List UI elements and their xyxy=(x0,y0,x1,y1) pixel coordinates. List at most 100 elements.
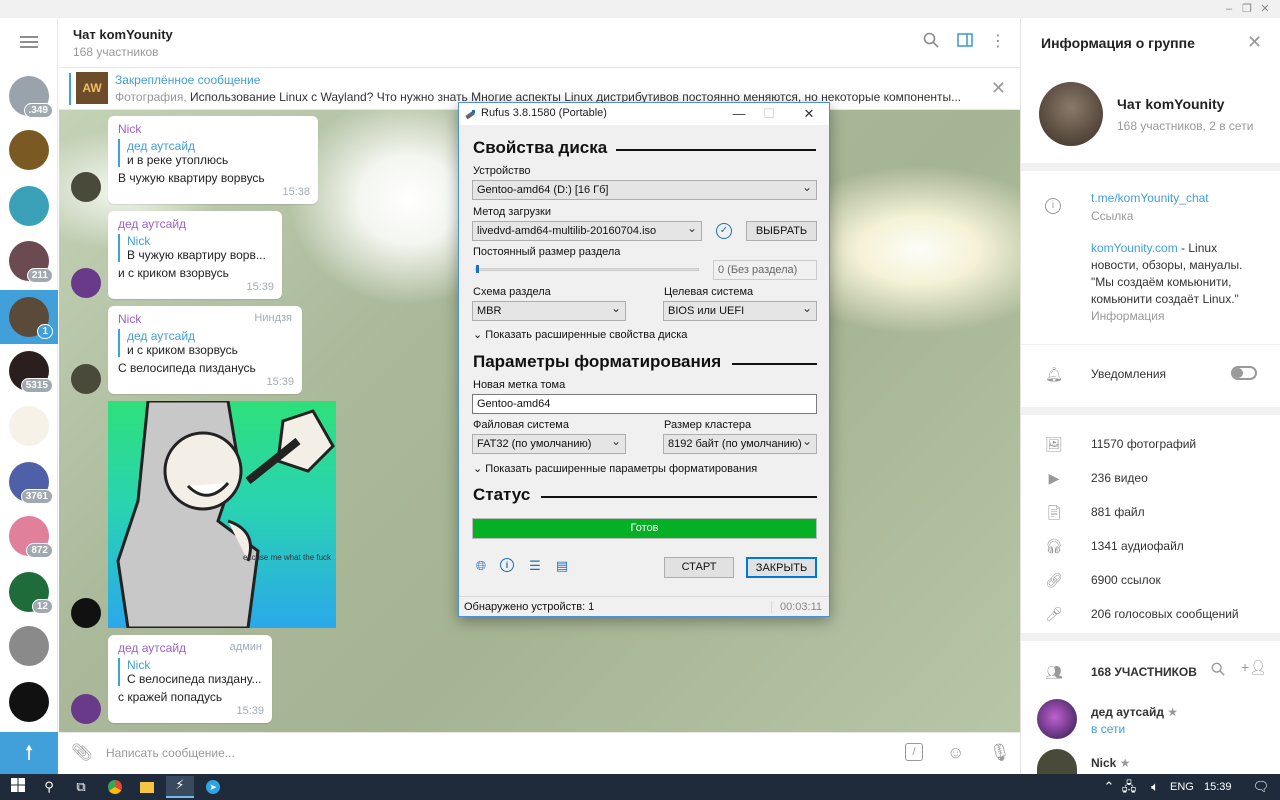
avatar[interactable] xyxy=(71,172,101,202)
chat-avatar[interactable] xyxy=(9,130,49,170)
message-input[interactable]: Написать сообщение... xyxy=(106,746,235,760)
avatar[interactable] xyxy=(71,694,101,724)
menu-icon[interactable] xyxy=(20,36,38,48)
chevron-up-icon[interactable]: ⌃ xyxy=(1100,778,1118,796)
minimize-icon[interactable]: — xyxy=(729,104,749,124)
add-member-icon[interactable]: +👤︎ xyxy=(1241,659,1267,676)
cluster-size-label: Размер кластера xyxy=(664,419,752,431)
group-link[interactable]: t.me/komYounity_chat xyxy=(1091,191,1209,205)
message-bubble[interactable]: Nick дед аутсайд и в реке утоплюсь В чуж… xyxy=(108,116,318,204)
volume-label-input[interactable]: Gentoo-amd64 xyxy=(472,394,817,414)
log-icon[interactable]: ▤ xyxy=(554,558,570,574)
message-author[interactable]: дед аутсайд xyxy=(118,217,272,231)
section-divider xyxy=(541,496,817,498)
message-author[interactable]: Nick xyxy=(118,122,308,136)
boot-method-select[interactable]: livedvd-amd64-multilib-20160704.iso xyxy=(472,221,702,241)
close-icon[interactable]: ✕ xyxy=(1247,32,1262,53)
device-select[interactable]: Gentoo-amd64 (D:) [16 Гб] xyxy=(472,180,817,200)
close-icon[interactable]: ✕ xyxy=(799,104,819,124)
device-label: Устройство xyxy=(473,165,531,177)
avatar[interactable] xyxy=(71,364,101,394)
clock[interactable]: 15:39 xyxy=(1204,781,1232,793)
commands-icon[interactable]: / xyxy=(905,743,923,761)
chat-avatar[interactable]: 5315 xyxy=(9,351,53,393)
select-button[interactable]: ВЫБРАТЬ xyxy=(746,221,817,241)
member-avatar[interactable] xyxy=(1037,749,1077,774)
advanced-format-toggle[interactable]: ⌄ Показать расширенные параметры формати… xyxy=(473,462,757,475)
message-bubble[interactable]: Nick Ниндзя дед аутсайд и с криком взорв… xyxy=(108,306,302,394)
member-name[interactable]: Nick ★ xyxy=(1091,756,1130,770)
photo-message[interactable]: excuse me what the fuck xyxy=(108,401,336,628)
advanced-disk-toggle[interactable]: ⌄ Показать расширенные свойства диска xyxy=(473,328,687,341)
chat-avatar[interactable]: 1 xyxy=(9,297,53,339)
search-icon[interactable] xyxy=(921,32,941,52)
language-indicator[interactable]: ENG xyxy=(1170,781,1194,793)
scroll-up-button[interactable]: 🠕 xyxy=(0,732,58,774)
reply-quote[interactable]: Nick В чужую квартиру ворв... xyxy=(118,234,272,262)
video-icon: ▶ xyxy=(1048,470,1060,486)
chat-avatar[interactable]: 12 xyxy=(9,572,53,614)
emoji-icon[interactable]: ☺ xyxy=(947,743,964,763)
target-system-select[interactable]: BIOS или UEFI xyxy=(663,301,817,321)
reply-quote[interactable]: дед аутсайд и с криком взорвусь xyxy=(118,329,292,357)
telegram-icon[interactable]: ➤ xyxy=(204,778,222,796)
member-role: Ниндзя xyxy=(254,312,292,324)
notifications-icon[interactable]: 🗨︎ xyxy=(1252,778,1270,796)
message-bubble[interactable]: дед аутсайд админ Nick С велосипеда пизд… xyxy=(108,635,272,723)
media-row[interactable]: 📄︎ 881 файл xyxy=(1021,497,1280,531)
rufus-titlebar[interactable]: Rufus 3.8.1580 (Portable) — ☐ ✕ xyxy=(459,103,829,125)
chat-avatar[interactable] xyxy=(9,186,49,226)
rufus-taskbar-icon[interactable]: ⚡︎ xyxy=(166,776,194,798)
attach-icon[interactable]: 📎︎ xyxy=(71,743,93,763)
more-icon[interactable]: ⋮ xyxy=(988,32,1008,52)
start-button[interactable]: СТАРТ xyxy=(664,557,734,578)
file-system-select[interactable]: FAT32 (по умолчанию) xyxy=(472,434,626,454)
media-row[interactable]: ▶ 236 видео xyxy=(1021,463,1280,497)
microphone-icon[interactable]: 🎙︎ xyxy=(989,743,1011,763)
description-link[interactable]: komYounity.com xyxy=(1091,241,1178,255)
close-icon[interactable]: ✕ xyxy=(991,78,1006,99)
group-avatar[interactable] xyxy=(1039,82,1103,146)
media-row[interactable]: 🖼︎ 11570 фотографий xyxy=(1021,429,1280,463)
chrome-icon[interactable] xyxy=(106,778,124,796)
chat-avatar[interactable] xyxy=(9,626,49,666)
member-name[interactable]: дед аутсайд ★ xyxy=(1091,705,1178,719)
chat-avatar[interactable]: 211 xyxy=(9,241,53,283)
chat-avatar[interactable]: 3761 xyxy=(9,462,53,504)
media-row[interactable]: 🎤︎ 206 голосовых сообщений xyxy=(1021,599,1280,633)
chat-title[interactable]: Чат komYounity xyxy=(73,27,173,42)
media-row[interactable]: 🎧︎ 1341 аудиофайл xyxy=(1021,531,1280,565)
avatar[interactable] xyxy=(71,268,101,298)
message-bubble[interactable]: дед аутсайд Nick В чужую квартиру ворв..… xyxy=(108,211,282,299)
reply-quote[interactable]: дед аутсайд и в реке утоплюсь xyxy=(118,139,308,167)
about-icon[interactable]: i xyxy=(500,558,514,572)
chat-avatar[interactable] xyxy=(9,406,49,446)
media-row[interactable]: 🔗︎ 6900 ссылок xyxy=(1021,565,1280,599)
check-icon[interactable]: ✓ xyxy=(716,223,732,239)
chat-avatar[interactable]: .349 xyxy=(9,76,53,118)
reply-quote[interactable]: Nick С велосипеда пиздану... xyxy=(118,658,262,686)
settings-sliders-icon[interactable]: ☰ xyxy=(527,558,543,574)
search-icon[interactable] xyxy=(1211,662,1225,679)
message-text: с кражей попадусь xyxy=(118,690,223,704)
file-explorer-icon[interactable] xyxy=(138,778,156,796)
windows-start-icon[interactable] xyxy=(9,778,27,796)
search-icon[interactable]: ⚲ xyxy=(40,778,58,796)
close-window-icon[interactable]: ✕ xyxy=(1258,2,1272,16)
member-avatar[interactable] xyxy=(1037,699,1077,739)
network-icon[interactable]: 🖧︎ xyxy=(1120,778,1138,796)
globe-icon[interactable]: 🌐︎ xyxy=(473,558,489,574)
volume-icon[interactable]: 🔈︎ xyxy=(1146,778,1164,796)
chat-avatar[interactable]: 872 xyxy=(9,516,53,558)
avatar[interactable] xyxy=(71,598,101,628)
partition-scheme-select[interactable]: MBR xyxy=(472,301,626,321)
media-label: 1341 аудиофайл xyxy=(1091,539,1184,553)
chat-avatar[interactable] xyxy=(9,682,49,722)
minimize-icon[interactable]: – xyxy=(1222,2,1236,16)
notifications-toggle[interactable] xyxy=(1231,366,1257,380)
maximize-icon[interactable]: ❐ xyxy=(1240,2,1254,16)
close-button[interactable]: ЗАКРЫТЬ xyxy=(746,557,817,578)
cluster-size-select[interactable]: 8192 байт (по умолчанию) xyxy=(663,434,817,454)
task-view-icon[interactable]: ⧉ xyxy=(72,778,90,796)
sidebar-toggle-icon[interactable] xyxy=(955,32,975,52)
